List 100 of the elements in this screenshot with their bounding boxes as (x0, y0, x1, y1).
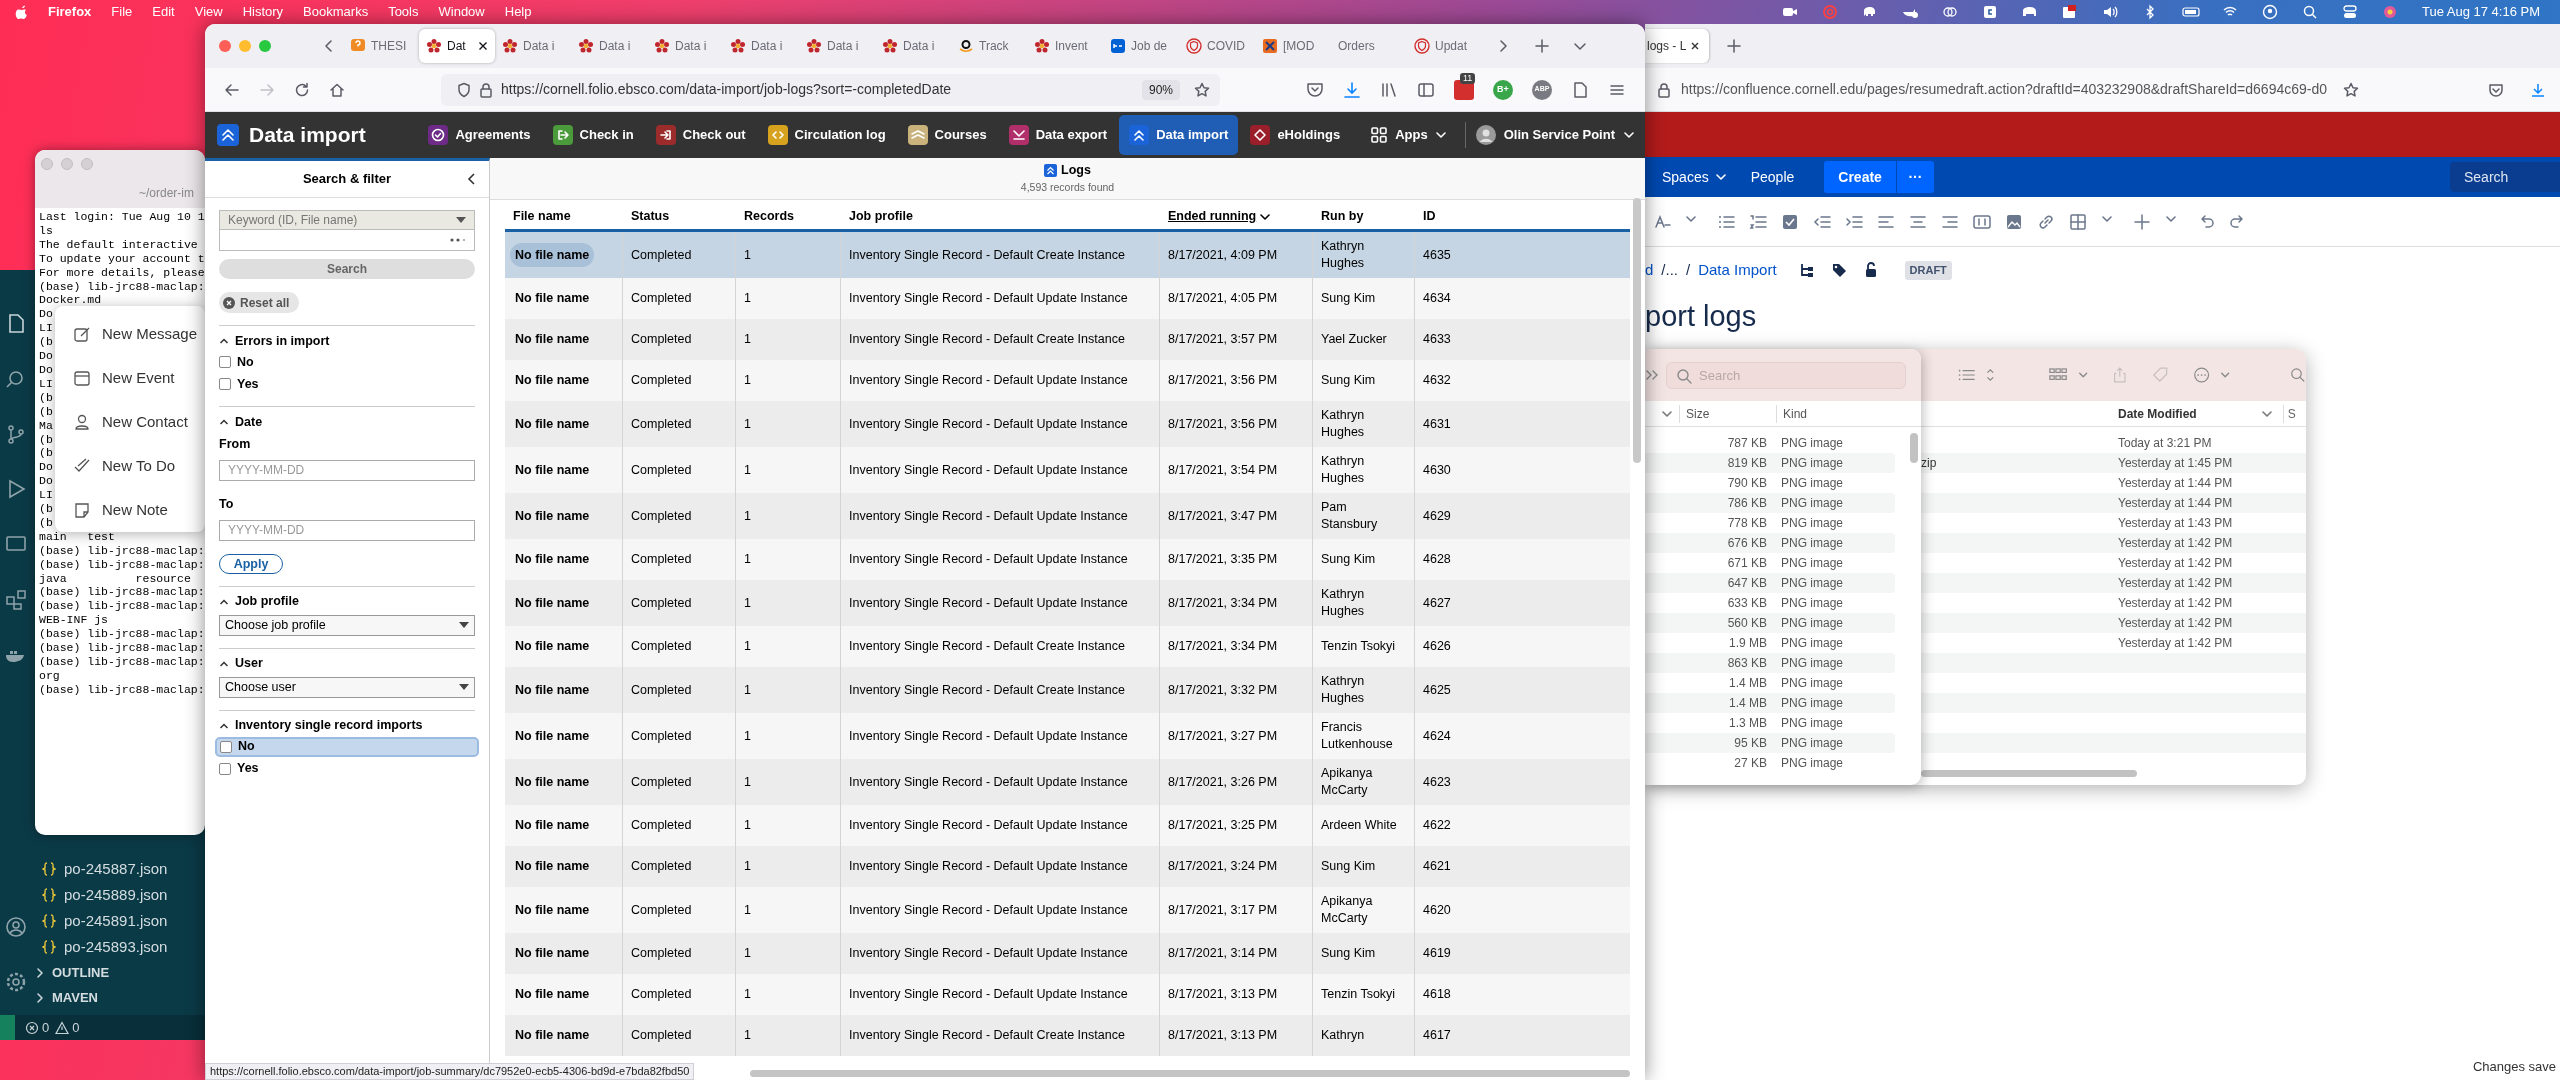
chevron-left-icon[interactable] (323, 39, 335, 53)
table-row[interactable]: No file name Completed 1 Inventory Single Record - Default Update Instance 8/17/2021, 3:14 PM Sung Kim 4619 (505, 933, 1630, 974)
file-name-link[interactable]: No file name (510, 242, 595, 268)
menu-item[interactable]: History (242, 2, 284, 22)
file-row[interactable]: 647 KB PNG image (1645, 573, 1895, 593)
address-bar[interactable]: https://cornell.folio.ebsco.com/data-import/job-logs?sort=-completedDate 90% (441, 73, 1220, 106)
date-field[interactable]: YYYY-MM-DD (219, 459, 475, 481)
file-name-link[interactable]: No file name (510, 371, 595, 390)
file-name[interactable]: po-245887.json (64, 857, 168, 881)
file-name-link[interactable]: No file name (510, 680, 595, 700)
file-row[interactable]: 1.9 MB PNG image (1645, 633, 1895, 653)
app-nav-item[interactable]: Data import (1119, 115, 1239, 155)
menu-item[interactable]: Tools (388, 2, 419, 22)
table-row[interactable]: No file name Completed 1 Inventory Single Record - Default Update Instance 8/17/2021, 3:56 PM Sung Kim 4632 (505, 360, 1630, 401)
menu-item[interactable]: File (111, 2, 133, 22)
column-header[interactable]: File name (505, 207, 623, 226)
file-name-link[interactable]: No file name (510, 506, 595, 526)
close-icon[interactable] (478, 41, 488, 51)
app-nav-item[interactable]: Check in (542, 115, 644, 155)
table-row[interactable]: No file name Completed 1 Inventory Single Record - Default Update Instance 8/17/2021, 3:47 PM Pam Stansbury 4629 (505, 493, 1630, 539)
file-name[interactable]: po-245891.json (64, 909, 168, 933)
table-row[interactable]: No file name Completed 1 Inventory Single Record - Default Update Instance 8/17/2021, 3:13 PM Tenzin Tsokyi 4618 (505, 974, 1630, 1015)
menu-item[interactable]: View (194, 2, 223, 22)
account-icon[interactable] (5, 916, 27, 938)
section-title[interactable]: Date (235, 412, 263, 432)
file-row[interactable]: Yesterday at 1:44 PM (1921, 493, 2306, 513)
column-header[interactable]: Records (736, 207, 841, 226)
file-name-link[interactable]: No file name (510, 726, 595, 746)
star-icon[interactable] (1194, 81, 1210, 98)
file-row[interactable]: zip Yesterday at 1:45 PM (1921, 453, 2306, 473)
breadcrumb-ellipsis[interactable]: /... (1661, 259, 1678, 282)
table-row[interactable]: No file name Completed 1 Inventory Single Record - Default Create Instance 8/17/2021, 3:57 PM Yael Zucker 4633 (505, 319, 1630, 360)
table-row[interactable]: No file name Completed 1 Inventory Single Record - Default Update Instance 8/17/2021, 3:25 PM Ardeen White 4622 (505, 805, 1630, 846)
table-row[interactable]: No file name Completed 1 Inventory Single Record - Default Create Instance 8/17/2021, 3:34 PM Tenzin Tsokyi 4626 (505, 626, 1630, 667)
checkbox-icon[interactable] (1781, 212, 1799, 231)
file-row[interactable]: Yesterday at 1:42 PM (1921, 573, 2306, 593)
app-nav-item[interactable]: eHoldings (1240, 115, 1351, 155)
chevron-up-icon[interactable] (219, 336, 229, 346)
section-header[interactable]: OUTLINE (52, 962, 110, 983)
toggle-icon[interactable] (2341, 4, 2360, 20)
browser-tab[interactable]: logs - L (1645, 29, 1709, 63)
file-row[interactable]: 676 KB PNG image (1645, 533, 1895, 553)
column-header[interactable]: Status (623, 207, 736, 226)
file-row[interactable]: 1.4 MB PNG image (1645, 673, 1895, 693)
file-name[interactable]: po-245893.json (64, 935, 168, 959)
menu-item[interactable]: Window (438, 2, 485, 22)
menu-item[interactable]: Help (504, 2, 532, 22)
menu-item[interactable]: Firefox (48, 2, 92, 22)
browser-tab[interactable]: COVID (1179, 29, 1255, 63)
column-header[interactable]: Run by (1313, 207, 1415, 226)
table-icon[interactable] (2069, 212, 2087, 231)
search-input[interactable] (219, 230, 475, 251)
pocket-icon[interactable] (2488, 81, 2504, 98)
file-name-link[interactable]: No file name (510, 550, 595, 569)
cloud-icon[interactable] (1941, 4, 1960, 20)
plus-icon[interactable] (1727, 39, 1741, 53)
browser-tab[interactable]: Data i (495, 29, 571, 63)
dropdown[interactable]: Choose user (219, 676, 475, 698)
column-header[interactable]: Job profile (841, 207, 1160, 226)
file-row[interactable]: Yesterday at 1:42 PM (1921, 553, 2306, 573)
file-row[interactable]: Yesterday at 1:42 PM (1921, 633, 2306, 653)
horizontal-scrollbar[interactable] (1921, 770, 2137, 777)
browser-tab[interactable]: Updat (1407, 29, 1483, 63)
browser-tab[interactable]: Data i (799, 29, 875, 63)
tag-icon[interactable] (1830, 262, 1847, 279)
plus-icon[interactable] (1535, 39, 1549, 53)
reload-icon[interactable] (294, 81, 310, 98)
collapse-chevron-icon[interactable] (467, 172, 477, 186)
blocks-icon[interactable] (5, 588, 27, 610)
apps-menu-button[interactable]: Apps (1370, 125, 1447, 145)
back-arrow-icon[interactable] (224, 81, 240, 98)
file-row[interactable]: 671 KB PNG image (1645, 553, 1895, 573)
app-nav-item[interactable]: Circulation log (757, 115, 896, 155)
column-header[interactable]: Ended running (1160, 207, 1313, 226)
search-field-selector[interactable]: Keyword (ID, File name) (219, 210, 475, 230)
file-row[interactable]: Yesterday at 1:44 PM (1921, 473, 2306, 493)
file-row[interactable]: 790 KB PNG image (1645, 473, 1895, 493)
image-icon[interactable] (2005, 212, 2023, 231)
browser-tab[interactable]: Invent (1027, 29, 1103, 63)
sidebar-icon[interactable] (1417, 80, 1435, 99)
filter-option[interactable]: Yes (219, 374, 475, 394)
pocket-icon[interactable] (1306, 80, 1324, 99)
file-name-link[interactable]: No file name (510, 985, 595, 1004)
table-row[interactable]: No file name Completed 1 Inventory Single Record - Default Update Instance 8/17/2021, 3:35 PM Sung Kim 4628 (505, 539, 1630, 580)
file-row[interactable]: 778 KB PNG image (1645, 513, 1895, 533)
sort-arrows-icon[interactable] (1986, 366, 1995, 384)
browser-tab[interactable]: Data i (647, 29, 723, 63)
file-name-link[interactable]: No file name (510, 816, 595, 835)
checkbox[interactable] (220, 740, 232, 753)
browser-tab[interactable]: [MOD (1255, 29, 1331, 63)
search-field[interactable]: Search (2450, 162, 2560, 192)
checkbox[interactable] (219, 378, 231, 390)
date-field[interactable]: YYYY-MM-DD (219, 519, 475, 541)
section-title[interactable]: Job profile (235, 592, 299, 611)
search-button[interactable]: Search (219, 259, 475, 279)
table-row[interactable]: No file name Completed 1 Inventory Single Record - Default Update Instance 8/17/2021, 4:05 PM Sung Kim 4634 (505, 278, 1630, 319)
file-row[interactable]: 787 KB PNG image (1645, 433, 1895, 453)
menu-item[interactable]: New Event (55, 356, 205, 400)
browser-tab[interactable]: THESI (343, 29, 419, 63)
file-row[interactable]: 786 KB PNG image (1645, 493, 1895, 513)
